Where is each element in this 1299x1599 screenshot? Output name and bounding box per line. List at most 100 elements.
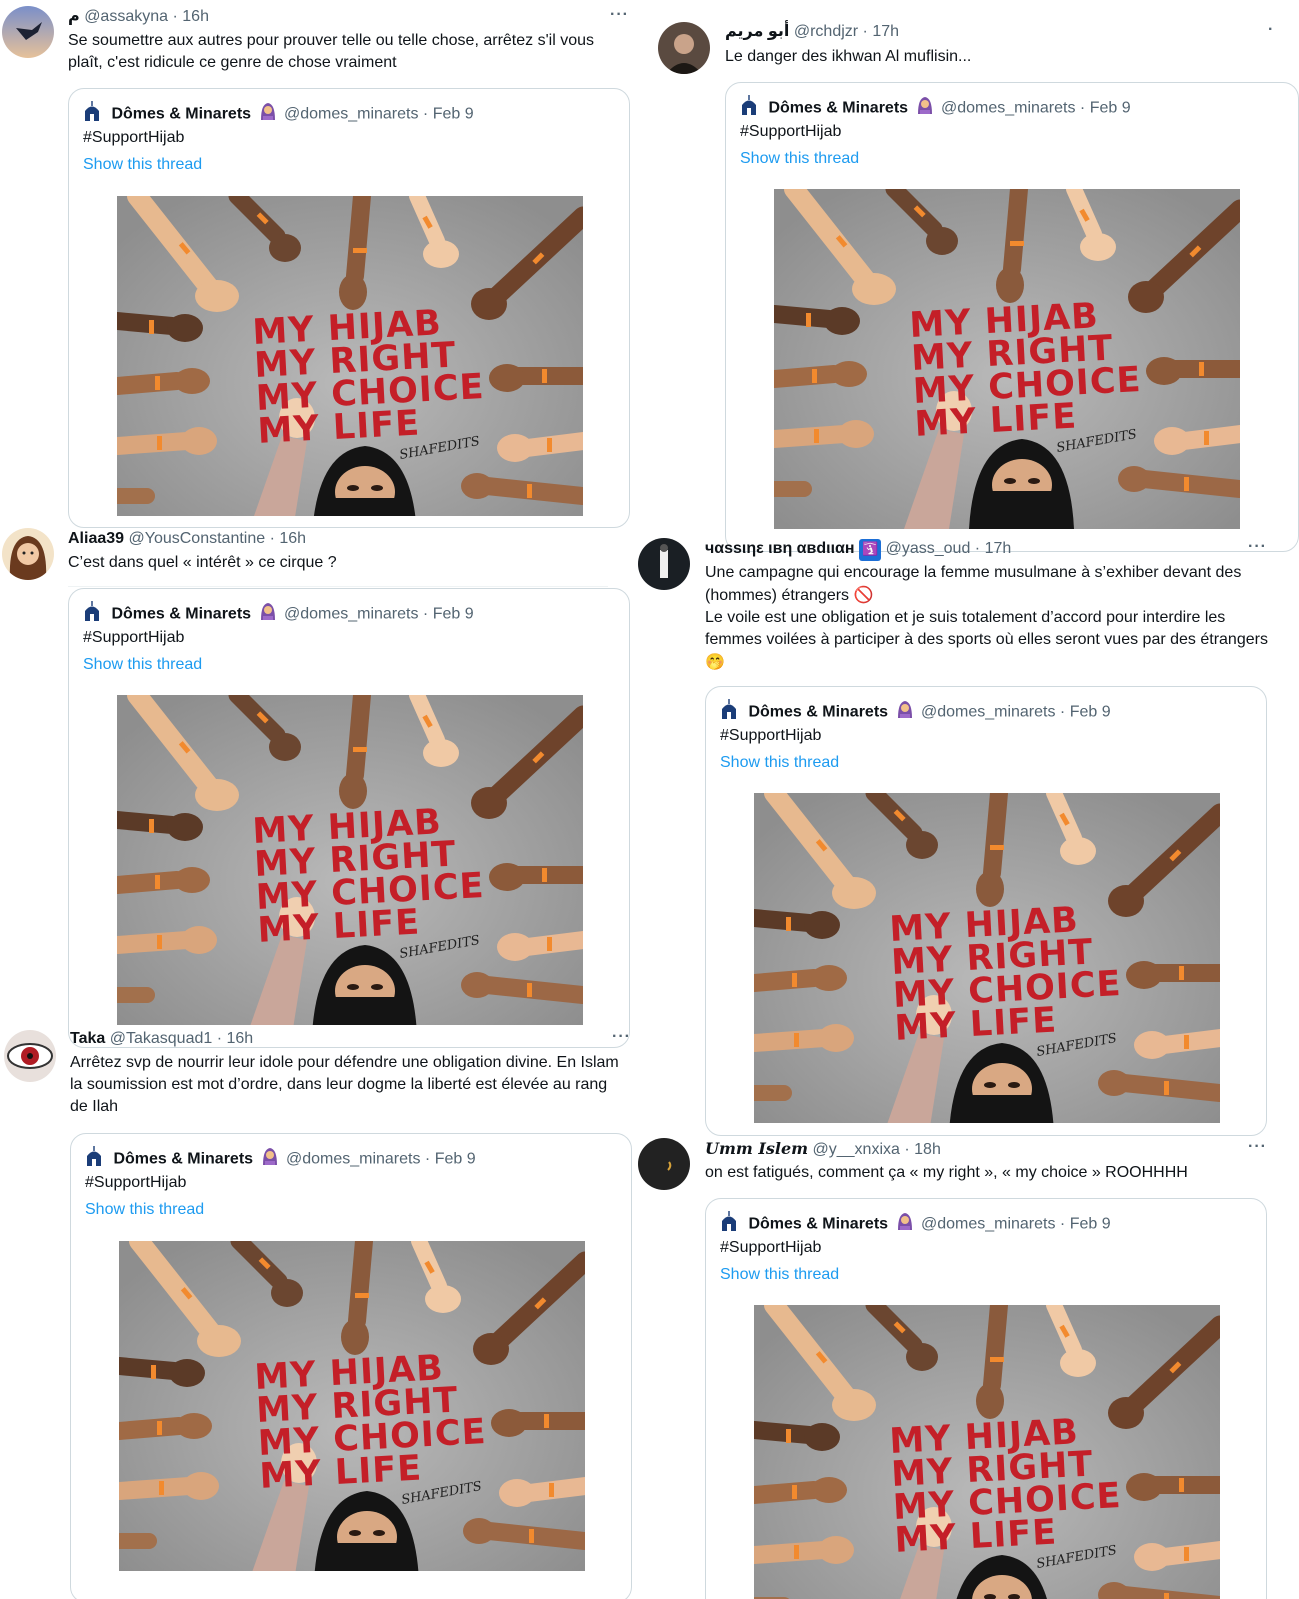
quoted-author-name[interactable]: Dômes & Minarets (111, 606, 251, 623)
quoted-hashtag[interactable]: #SupportHijab (720, 1239, 821, 1257)
author-handle[interactable]: @yass_oud (886, 540, 971, 557)
tweet-assakyna[interactable]: م @assakyna · 16h ··· Se soumettre aux a… (0, 0, 640, 528)
hijab-campaign-image[interactable]: MY HIJAB MY RIGHT MY CHOICE MY LIFE SHAF… (754, 1305, 1220, 1599)
domes-minarets-logo-icon (83, 601, 101, 628)
quoted-tweet-header: Dômes & Minarets @domes_minarets · Feb 9 (83, 101, 474, 128)
quoted-hashtag[interactable]: #SupportHijab (83, 629, 184, 647)
show-thread-link[interactable]: Show this thread (740, 150, 859, 168)
show-thread-link[interactable]: Show this thread (720, 1266, 839, 1284)
quoted-author-handle[interactable]: @domes_minarets (286, 1151, 421, 1168)
quoted-tweet-header: Dômes & Minarets @domes_minarets · Feb 9 (85, 1146, 476, 1173)
quoted-author-handle[interactable]: @domes_minarets (284, 606, 419, 623)
quoted-author-name[interactable]: Dômes & Minarets (768, 100, 908, 117)
tweet-yass-oud[interactable]: чαssιηε ιвη αвdιιαн 🛐 @yass_oud · 17h ··… (638, 538, 1299, 1140)
campaign-slogan-text: MY HIJAB MY RIGHT MY CHOICE MY LIFE (888, 1412, 1123, 1561)
quoted-date[interactable]: Feb 9 (433, 106, 474, 123)
quoted-author-name[interactable]: Dômes & Minarets (113, 1151, 253, 1168)
hijab-campaign-image[interactable]: MY HIJAB MY RIGHT MY CHOICE MY LIFE SHAF… (774, 189, 1240, 529)
quoted-date[interactable]: Feb 9 (435, 1151, 476, 1168)
more-options-icon[interactable]: ··· (612, 1028, 631, 1046)
prohibited-emoji-icon: 🚫 (853, 585, 874, 604)
campaign-slogan-text: MY HIJAB MY RIGHT MY CHOICE MY LIFE (251, 802, 486, 951)
avatar[interactable] (658, 22, 710, 74)
quoted-tweet-card[interactable]: Dômes & Minarets @domes_minarets · Feb 9… (68, 588, 630, 1048)
quoted-author-handle[interactable]: @domes_minarets (284, 106, 419, 123)
avatar[interactable] (4, 1030, 56, 1082)
quoted-date[interactable]: Feb 9 (1070, 1216, 1111, 1233)
author-handle[interactable]: @Takasquad1 (110, 1030, 213, 1047)
quoted-tweet-header: Dômes & Minarets @domes_minarets · Feb 9 (83, 601, 474, 628)
tweet-text-part-2: Le voile est une obligation et je suis t… (705, 609, 1268, 648)
hijab-woman-emoji-icon (917, 96, 933, 121)
hijab-campaign-image[interactable]: MY HIJAB MY RIGHT MY CHOICE MY LIFE SHAF… (119, 1241, 585, 1571)
timestamp[interactable]: 17h (985, 540, 1012, 557)
quoted-author-handle[interactable]: @domes_minarets (921, 1216, 1056, 1233)
author-name[interactable]: Umm Islem (705, 1139, 808, 1158)
quoted-tweet-card[interactable]: Dômes & Minarets @domes_minarets · Feb 9… (725, 82, 1299, 552)
quoted-author-handle[interactable]: @domes_minarets (921, 704, 1056, 721)
tweet-yousconstantine[interactable]: Aliaa39 @YousConstantine · 16h C’est dan… (0, 520, 640, 1048)
more-options-icon[interactable]: ··· (1248, 538, 1267, 556)
author-handle[interactable]: @y__xnxixa (813, 1141, 900, 1158)
quoted-tweet-card[interactable]: Dômes & Minarets @domes_minarets · Feb 9… (705, 1198, 1267, 1599)
quoted-author-handle[interactable]: @domes_minarets (941, 100, 1076, 117)
author-name[interactable]: م (68, 8, 80, 25)
hijab-woman-emoji-icon (897, 1212, 913, 1237)
show-thread-link[interactable]: Show this thread (83, 156, 202, 174)
more-options-icon[interactable]: ··· (1248, 1138, 1267, 1156)
domes-minarets-logo-icon (85, 1146, 103, 1173)
timestamp[interactable]: 16h (227, 1030, 254, 1047)
domes-minarets-logo-icon (83, 101, 101, 128)
more-options-icon[interactable]: ··· (610, 6, 629, 24)
avatar[interactable] (638, 538, 690, 590)
author-handle[interactable]: @rchdjzr (794, 23, 858, 40)
author-handle[interactable]: @assakyna (84, 8, 168, 25)
worship-emoji-icon: 🛐 (858, 539, 882, 561)
tweet-y-xnxixa[interactable]: Umm Islem @y__xnxixa · 18h ··· on est fa… (638, 1138, 1299, 1599)
timestamp[interactable]: 17h (872, 23, 899, 40)
tweet-takasquad1[interactable]: Taka @Takasquad1 · 16h ··· Arrêtez svp d… (0, 1028, 640, 1599)
quoted-hashtag[interactable]: #SupportHijab (720, 727, 821, 745)
avatar[interactable] (2, 528, 54, 580)
quoted-hashtag[interactable]: #SupportHijab (83, 129, 184, 147)
quoted-author-name[interactable]: Dômes & Minarets (111, 106, 251, 123)
show-thread-link[interactable]: Show this thread (83, 656, 202, 674)
tweet-header: чαssιηε ιвη αвdιιαн 🛐 @yass_oud · 17h (705, 538, 1011, 561)
quoted-author-name[interactable]: Dômes & Minarets (748, 1216, 888, 1233)
show-thread-link[interactable]: Show this thread (720, 754, 839, 772)
author-handle[interactable]: @YousConstantine (129, 530, 266, 547)
author-name[interactable]: Taka (70, 1030, 105, 1047)
quoted-author-name[interactable]: Dômes & Minarets (748, 704, 888, 721)
hijab-campaign-image[interactable]: MY HIJAB MY RIGHT MY CHOICE MY LIFE SHAF… (754, 793, 1220, 1123)
more-options-icon[interactable]: · (1268, 21, 1274, 39)
tweet-text: Se soumettre aux autres pour prouver tel… (68, 32, 594, 71)
tweet-header: Aliaa39 @YousConstantine · 16h (68, 530, 307, 547)
hijab-campaign-image[interactable]: MY HIJAB MY RIGHT MY CHOICE MY LIFE SHAF… (117, 695, 583, 1025)
hijab-woman-emoji-icon (262, 1147, 278, 1172)
show-thread-link[interactable]: Show this thread (85, 1201, 204, 1219)
author-name[interactable]: чαssιηε ιвη αвdιιαн (705, 540, 855, 557)
hijab-woman-emoji-icon (897, 700, 913, 725)
avatar[interactable] (2, 6, 54, 58)
tweet-text: Arrêtez svp de nourrir leur idole pour d… (70, 1054, 619, 1115)
timestamp[interactable]: 16h (279, 530, 306, 547)
quoted-hashtag[interactable]: #SupportHijab (740, 123, 841, 141)
hand-over-mouth-emoji-icon: 🤭 (705, 652, 725, 671)
quoted-tweet-card[interactable]: Dômes & Minarets @domes_minarets · Feb 9… (70, 1133, 632, 1599)
tweet-rchdjzr[interactable]: أبو مريم @rchdjzr · 17h · Le danger des … (640, 0, 1299, 552)
quoted-tweet-card[interactable]: Dômes & Minarets @domes_minarets · Feb 9… (705, 686, 1267, 1136)
author-name[interactable]: Aliaa39 (68, 530, 124, 547)
timestamp[interactable]: 18h (914, 1141, 941, 1158)
avatar[interactable] (638, 1138, 690, 1190)
quoted-date[interactable]: Feb 9 (1070, 704, 1111, 721)
quoted-tweet-header: Dômes & Minarets @domes_minarets · Feb 9 (720, 699, 1111, 726)
author-name[interactable]: أبو مريم (725, 23, 789, 40)
quoted-date[interactable]: Feb 9 (1090, 100, 1131, 117)
timestamp[interactable]: 16h (182, 8, 209, 25)
quoted-tweet-card[interactable]: Dômes & Minarets @domes_minarets · Feb 9… (68, 88, 630, 528)
campaign-slogan-text: MY HIJAB MY RIGHT MY CHOICE MY LIFE (888, 900, 1123, 1049)
quoted-hashtag[interactable]: #SupportHijab (85, 1174, 186, 1192)
hijab-campaign-image[interactable]: MY HIJAB MY RIGHT MY CHOICE MY LIFE SHAF… (117, 196, 583, 516)
quoted-date[interactable]: Feb 9 (433, 606, 474, 623)
domes-minarets-logo-icon (720, 699, 738, 726)
